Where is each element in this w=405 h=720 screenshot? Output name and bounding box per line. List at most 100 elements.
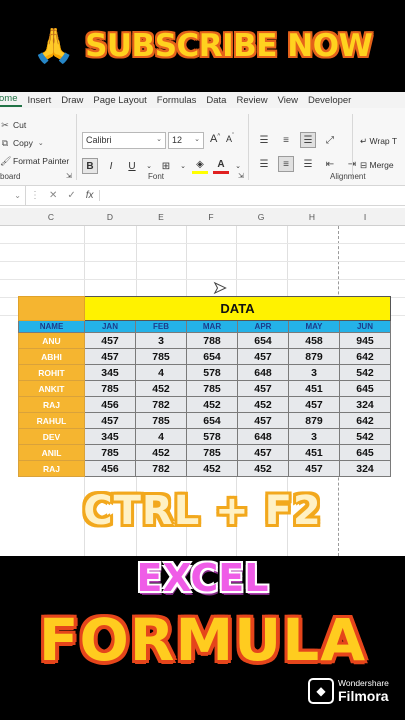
value-cell[interactable]: 879 bbox=[288, 348, 340, 365]
value-cell[interactable]: 457 bbox=[237, 348, 289, 365]
name-cell[interactable]: RAJ bbox=[18, 396, 85, 413]
value-cell[interactable]: 654 bbox=[186, 348, 238, 365]
value-cell[interactable]: 542 bbox=[339, 428, 391, 445]
value-cell[interactable]: 457 bbox=[288, 460, 340, 477]
align-bottom-icon[interactable]: ☰ bbox=[300, 132, 316, 148]
wrap-text-button[interactable]: ↵ Wrap T bbox=[360, 136, 397, 147]
font-name-select[interactable]: Calibri ⌄ bbox=[82, 132, 166, 149]
value-cell[interactable]: 642 bbox=[339, 348, 391, 365]
value-cell[interactable]: 345 bbox=[84, 428, 136, 445]
corner-cell[interactable] bbox=[18, 296, 85, 321]
value-cell[interactable]: 457 bbox=[237, 412, 289, 429]
value-cell[interactable]: 879 bbox=[288, 412, 340, 429]
underline-button[interactable]: U bbox=[124, 158, 140, 174]
value-cell[interactable]: 458 bbox=[288, 332, 340, 349]
tab-view[interactable]: View bbox=[273, 95, 303, 106]
column-header[interactable]: H bbox=[287, 212, 337, 222]
tab-developer[interactable]: Developer bbox=[303, 95, 356, 106]
value-cell[interactable]: 3 bbox=[288, 428, 340, 445]
value-cell[interactable]: 457 bbox=[84, 332, 136, 349]
column-header[interactable]: C bbox=[26, 212, 76, 222]
value-cell[interactable]: 785 bbox=[135, 412, 187, 429]
header-cell[interactable]: NAME bbox=[18, 320, 85, 333]
name-cell[interactable]: RAJ bbox=[18, 460, 85, 477]
name-cell[interactable]: ROHIT bbox=[18, 364, 85, 381]
align-left-icon[interactable]: ☰ bbox=[256, 156, 272, 172]
italic-button[interactable]: I bbox=[103, 158, 119, 174]
value-cell[interactable]: 457 bbox=[84, 412, 136, 429]
value-cell[interactable]: 451 bbox=[288, 380, 340, 397]
value-cell[interactable]: 578 bbox=[186, 364, 238, 381]
cancel-icon[interactable]: ✕ bbox=[44, 190, 62, 201]
value-cell[interactable]: 324 bbox=[339, 396, 391, 413]
name-cell[interactable]: ANU bbox=[18, 332, 85, 349]
orientation-icon[interactable]: ⤢ bbox=[322, 132, 338, 148]
fill-color-icon[interactable]: ◈ bbox=[192, 158, 208, 174]
value-cell[interactable]: 452 bbox=[135, 444, 187, 461]
value-cell[interactable]: 452 bbox=[186, 396, 238, 413]
value-cell[interactable]: 456 bbox=[84, 396, 136, 413]
font-size-select[interactable]: 12 ⌄ bbox=[168, 132, 204, 149]
decrease-indent-icon[interactable]: ⇤ bbox=[322, 156, 338, 172]
value-cell[interactable]: 785 bbox=[135, 348, 187, 365]
header-cell[interactable]: JAN bbox=[84, 320, 136, 333]
column-header[interactable]: D bbox=[85, 212, 135, 222]
value-cell[interactable]: 782 bbox=[135, 396, 187, 413]
value-cell[interactable]: 457 bbox=[237, 380, 289, 397]
tab-review[interactable]: Review bbox=[231, 95, 272, 106]
dialog-launcher-icon[interactable]: ⇲ bbox=[238, 172, 244, 180]
value-cell[interactable]: 578 bbox=[186, 428, 238, 445]
dialog-launcher-icon[interactable]: ⇲ bbox=[66, 172, 72, 180]
tab-page-layout[interactable]: Page Layout bbox=[88, 95, 151, 106]
confirm-icon[interactable]: ✓ bbox=[62, 190, 80, 201]
value-cell[interactable]: 452 bbox=[237, 460, 289, 477]
name-box-dropdown[interactable]: ⌄ bbox=[0, 186, 26, 205]
value-cell[interactable]: 3 bbox=[135, 332, 187, 349]
value-cell[interactable]: 345 bbox=[84, 364, 136, 381]
tab-home[interactable]: ome bbox=[0, 93, 23, 107]
value-cell[interactable]: 654 bbox=[186, 412, 238, 429]
insert-function-icon[interactable]: fx bbox=[81, 190, 100, 201]
name-cell[interactable]: ANKIT bbox=[18, 380, 85, 397]
value-cell[interactable]: 457 bbox=[84, 348, 136, 365]
value-cell[interactable]: 642 bbox=[339, 412, 391, 429]
value-cell[interactable]: 645 bbox=[339, 444, 391, 461]
value-cell[interactable]: 3 bbox=[288, 364, 340, 381]
value-cell[interactable]: 4 bbox=[135, 364, 187, 381]
value-cell[interactable]: 457 bbox=[237, 444, 289, 461]
align-right-icon[interactable]: ☰ bbox=[300, 156, 316, 172]
name-cell[interactable]: RAHUL bbox=[18, 412, 85, 429]
header-cell[interactable]: FEB bbox=[135, 320, 187, 333]
align-center-icon[interactable]: ≡ bbox=[278, 156, 294, 172]
merge-center-button[interactable]: ⊟ Merge bbox=[360, 160, 394, 171]
bold-button[interactable]: B bbox=[82, 158, 98, 174]
align-top-icon[interactable]: ☰ bbox=[256, 132, 272, 148]
name-cell[interactable]: ANIL bbox=[18, 444, 85, 461]
align-middle-icon[interactable]: ≡ bbox=[278, 132, 294, 148]
value-cell[interactable]: 452 bbox=[135, 380, 187, 397]
value-cell[interactable]: 785 bbox=[186, 444, 238, 461]
value-cell[interactable]: 648 bbox=[237, 364, 289, 381]
header-cell[interactable]: APR bbox=[237, 320, 289, 333]
table-title[interactable]: DATA bbox=[84, 296, 391, 321]
value-cell[interactable]: 945 bbox=[339, 332, 391, 349]
value-cell[interactable]: 785 bbox=[84, 444, 136, 461]
value-cell[interactable]: 788 bbox=[186, 332, 238, 349]
value-cell[interactable]: 785 bbox=[186, 380, 238, 397]
tab-data[interactable]: Data bbox=[201, 95, 231, 106]
header-cell[interactable]: MAR bbox=[186, 320, 238, 333]
value-cell[interactable]: 452 bbox=[186, 460, 238, 477]
tab-draw[interactable]: Draw bbox=[56, 95, 88, 106]
value-cell[interactable]: 456 bbox=[84, 460, 136, 477]
font-color-icon[interactable]: A bbox=[213, 158, 229, 174]
tab-formulas[interactable]: Formulas bbox=[152, 95, 202, 106]
header-cell[interactable]: MAY bbox=[288, 320, 340, 333]
column-header[interactable]: F bbox=[186, 212, 236, 222]
copy-button[interactable]: ⧉ Copy ⌄ bbox=[0, 134, 74, 152]
value-cell[interactable]: 457 bbox=[288, 396, 340, 413]
value-cell[interactable]: 645 bbox=[339, 380, 391, 397]
format-painter-button[interactable]: 🖌 Format Painter bbox=[0, 152, 74, 170]
column-header[interactable]: G bbox=[236, 212, 286, 222]
name-cell[interactable]: ABHI bbox=[18, 348, 85, 365]
value-cell[interactable]: 654 bbox=[237, 332, 289, 349]
